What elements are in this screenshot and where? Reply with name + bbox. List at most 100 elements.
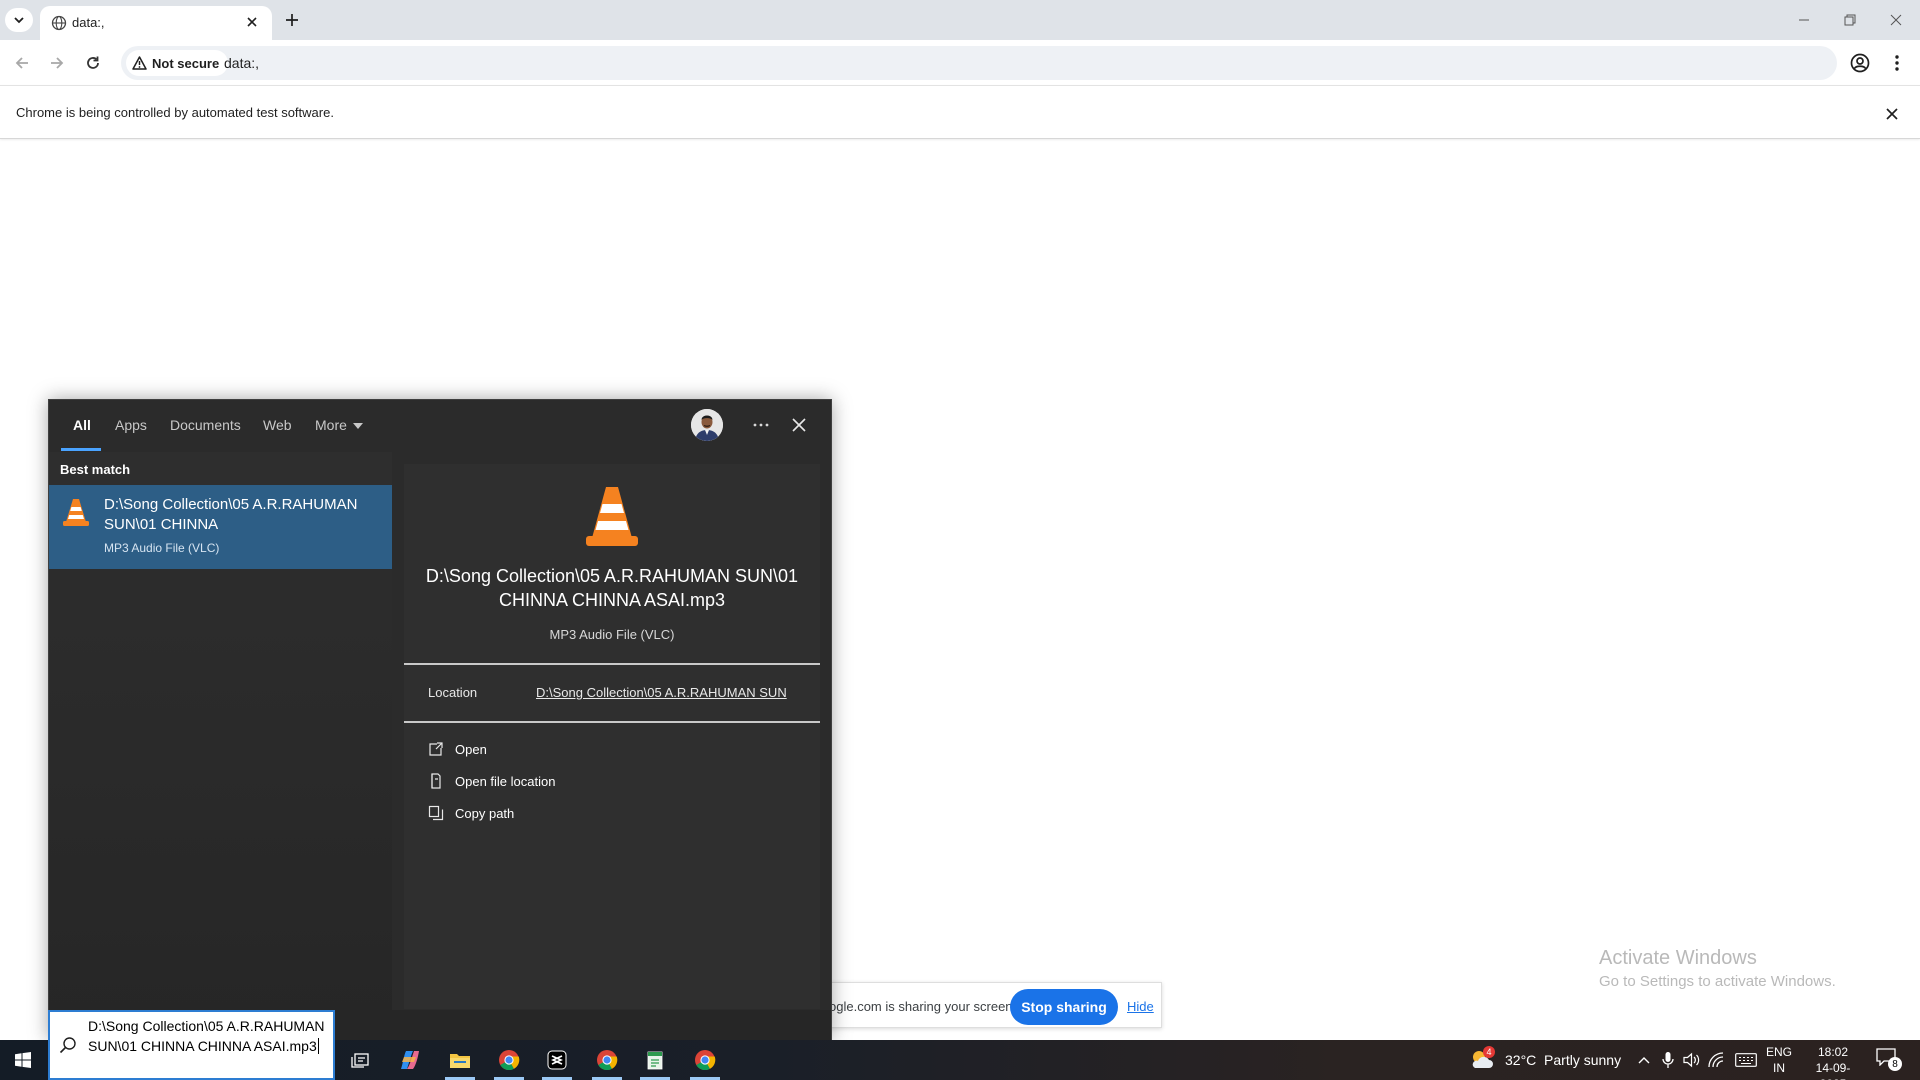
browser-tab[interactable]: data:, (40, 6, 272, 40)
search-filter-bar: All Apps Documents Web More (49, 400, 831, 452)
language-code: ENG (1766, 1045, 1793, 1059)
user-photo-icon (691, 409, 723, 441)
region-code: IN (1773, 1061, 1785, 1075)
reload-icon (87, 56, 99, 69)
minimize-button[interactable] (1781, 4, 1827, 36)
tab-more-label: More (315, 417, 347, 433)
tab-more[interactable]: More (315, 417, 363, 433)
back-button[interactable] (9, 50, 35, 76)
tab-apps[interactable]: Apps (115, 417, 147, 433)
ellipsis-icon (753, 423, 769, 427)
tab-strip: data:, (0, 0, 1920, 40)
watermark-title: Activate Windows (1599, 947, 1757, 969)
task-view-icon (351, 1053, 369, 1068)
search-close-button[interactable] (787, 413, 811, 437)
chevron-down-icon (14, 17, 24, 24)
close-icon (792, 418, 806, 432)
speaker-icon (1683, 1052, 1700, 1068)
touch-keyboard-button[interactable] (1734, 1050, 1758, 1070)
search-icon (59, 1037, 76, 1054)
avatar[interactable] (691, 409, 723, 441)
result-title: D:\Song Collection\05 A.R.RAHUMAN SUN\01… (104, 496, 358, 533)
open-external-icon (428, 741, 444, 757)
file-explorer-icon (450, 1054, 470, 1068)
file-explorer-app[interactable] (437, 1040, 483, 1080)
copy-path-action[interactable]: Copy path (428, 802, 514, 824)
restore-button[interactable] (1827, 4, 1873, 36)
url-text: data:, (224, 55, 260, 71)
open-file-location-label: Open file location (455, 773, 556, 789)
plus-icon (286, 14, 298, 26)
chrome-app[interactable] (584, 1040, 630, 1080)
activate-windows-watermark: Activate Windows Go to Settings to activ… (1599, 945, 1836, 992)
open-action[interactable]: Open (428, 738, 487, 760)
globe-icon (51, 15, 67, 31)
search-input[interactable]: D:\Song Collection\05 A.R.RAHUMAN SUN\01… (48, 1010, 335, 1080)
input-language[interactable]: ENG IN (1766, 1044, 1792, 1076)
wifi-icon (1708, 1052, 1724, 1068)
preview-title: D:\Song Collection\05 A.R.RAHUMAN SUN\01… (425, 566, 799, 610)
divider (404, 663, 820, 665)
tab-all[interactable]: All (73, 417, 91, 433)
location-label: Location (428, 685, 478, 700)
copilot-icon (401, 1051, 419, 1069)
windows-logo-icon (15, 1052, 31, 1068)
notification-center-button[interactable]: 8 (1876, 1048, 1902, 1072)
share-text: ogle.com is sharing your screen. (829, 999, 1017, 1014)
microphone-icon (1662, 1052, 1674, 1068)
microphone-button[interactable] (1658, 1050, 1678, 1070)
copy-icon (428, 805, 444, 821)
copilot-app[interactable] (387, 1040, 433, 1080)
profile-button[interactable] (1847, 50, 1873, 76)
show-hidden-icons-button[interactable] (1634, 1050, 1654, 1070)
more-options-button[interactable] (747, 412, 775, 438)
chevron-up-icon (1638, 1057, 1650, 1064)
arrow-right-icon (51, 57, 64, 69)
clock[interactable]: 18:02 14-09-2025 (1803, 1044, 1863, 1080)
security-label: Not secure (152, 55, 220, 71)
reload-button[interactable] (80, 50, 106, 76)
weather-text: 32°C Partly sunny (1505, 1052, 1622, 1068)
arrow-left-icon (15, 57, 28, 69)
chrome-icon (695, 1050, 716, 1071)
weather-badge: 4 (1483, 1046, 1495, 1058)
open-file-location-action[interactable]: Open file location (428, 770, 555, 792)
results-list: Best match D:\Song Collection\05 A.R.RAH… (49, 452, 392, 1040)
notepad-icon (647, 1051, 663, 1070)
network-button[interactable] (1707, 1050, 1727, 1070)
windows-search-panel: All Apps Documents Web More Best match D… (48, 399, 832, 1040)
tab-web[interactable]: Web (263, 417, 292, 433)
new-tab-button[interactable] (280, 8, 304, 32)
location-link[interactable]: D:\Song Collection\05 A.R.RAHUMAN SUN (536, 685, 787, 700)
tab-close-button[interactable] (243, 13, 261, 31)
weather-widget[interactable]: 4 32°C Partly sunny (1469, 1040, 1621, 1080)
clock-date: 14-09-2025 (1815, 1061, 1851, 1080)
capcut-app[interactable] (534, 1040, 580, 1080)
forward-button[interactable] (44, 50, 70, 76)
security-chip[interactable]: Not secure (126, 50, 229, 76)
profile-icon (1850, 53, 1870, 73)
close-icon (1886, 108, 1898, 120)
best-match-result[interactable]: D:\Song Collection\05 A.R.RAHUMAN SUN\01… (49, 485, 392, 569)
menu-button[interactable] (1884, 50, 1910, 76)
infobar-close-button[interactable] (1882, 104, 1902, 124)
preview-subtitle: MP3 Audio File (VLC) (549, 627, 675, 642)
start-button[interactable] (0, 1040, 46, 1080)
address-bar[interactable]: Not secure data:, (121, 46, 1837, 80)
result-subtitle: MP3 Audio File (VLC) (104, 541, 220, 555)
close-window-button[interactable] (1873, 4, 1919, 36)
tab-documents[interactable]: Documents (170, 417, 241, 433)
chrome-app[interactable] (486, 1040, 532, 1080)
close-icon (247, 17, 257, 27)
tab-search-button[interactable] (5, 8, 33, 32)
volume-button[interactable] (1682, 1050, 1702, 1070)
search-query: D:\Song Collection\05 A.R.RAHUMAN SUN\01… (88, 1018, 325, 1054)
hide-link[interactable]: Hide (1127, 999, 1154, 1014)
chrome-icon (597, 1050, 618, 1071)
stop-sharing-button[interactable]: Stop sharing (1010, 989, 1118, 1025)
chrome-app[interactable] (682, 1040, 728, 1080)
notepad-app[interactable] (632, 1040, 678, 1080)
task-view-button[interactable] (337, 1040, 383, 1080)
automation-infobar: Chrome is being controlled by automated … (0, 85, 1920, 139)
chrome-icon (499, 1050, 520, 1071)
